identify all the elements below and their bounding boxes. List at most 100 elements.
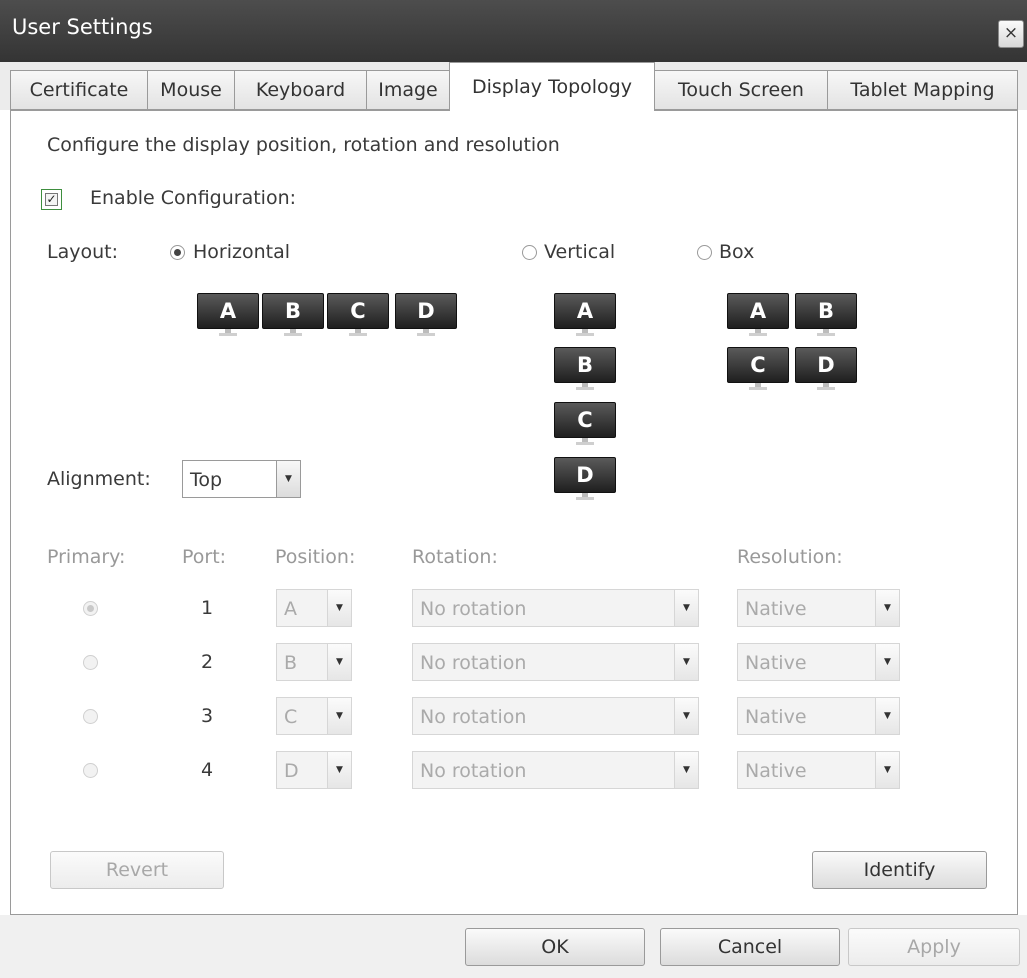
apply-label: Apply	[907, 936, 961, 958]
chevron-down-icon: ▼	[875, 590, 899, 626]
box-monitor-b-icon: B	[795, 293, 857, 336]
rotation-value-2: No rotation	[420, 652, 527, 674]
port-number-2: 2	[201, 651, 214, 673]
chevron-down-icon: ▼	[327, 590, 351, 626]
position-select-2[interactable]: B ▼	[276, 643, 352, 681]
alignment-select[interactable]: Top ▼	[182, 460, 301, 498]
tab-keyboard[interactable]: Keyboard	[234, 70, 367, 110]
position-value-3: C	[284, 706, 298, 728]
position-select-3[interactable]: C ▼	[276, 697, 352, 735]
alignment-value: Top	[190, 469, 223, 491]
layout-label: Layout:	[47, 241, 118, 263]
alignment-label: Alignment:	[47, 468, 151, 490]
box-monitor-d-icon: D	[795, 347, 857, 390]
header-position: Position:	[275, 546, 356, 568]
chevron-down-icon: ▼	[875, 698, 899, 734]
chevron-down-icon: ▼	[674, 698, 698, 734]
ok-button[interactable]: OK	[465, 928, 645, 966]
identify-button[interactable]: Identify	[812, 851, 987, 889]
rotation-value-4: No rotation	[420, 760, 527, 782]
resolution-select-1[interactable]: Native ▼	[737, 589, 900, 627]
chevron-down-icon: ▼	[875, 752, 899, 788]
vertical-monitor-d-icon: D	[554, 457, 616, 500]
vertical-monitor-a-icon: A	[554, 293, 616, 336]
tab-mouse[interactable]: Mouse	[147, 70, 235, 110]
layout-box-label[interactable]: Box	[719, 241, 754, 263]
chevron-down-icon: ▼	[327, 644, 351, 680]
layout-vertical-label[interactable]: Vertical	[544, 241, 615, 263]
tab-label: Touch Screen	[678, 79, 804, 101]
rotation-value-3: No rotation	[420, 706, 527, 728]
position-value-2: B	[284, 652, 298, 674]
box-monitor-a-icon: A	[727, 293, 789, 336]
port-number-1: 1	[201, 597, 214, 619]
tab-label: Display Topology	[472, 76, 632, 98]
primary-radio-1[interactable]	[83, 601, 98, 616]
primary-radio-4[interactable]	[83, 763, 98, 778]
chevron-down-icon: ▼	[875, 644, 899, 680]
revert-button[interactable]: Revert	[50, 851, 224, 889]
resolution-value-4: Native	[745, 760, 807, 782]
enable-configuration-checkbox[interactable]: ✓	[41, 189, 62, 210]
enable-configuration-label: Enable Configuration:	[90, 187, 297, 209]
resolution-select-3[interactable]: Native ▼	[737, 697, 900, 735]
rotation-select-2[interactable]: No rotation ▼	[412, 643, 699, 681]
box-monitor-c-icon: C	[727, 347, 789, 390]
chevron-down-icon: ▼	[327, 752, 351, 788]
resolution-select-2[interactable]: Native ▼	[737, 643, 900, 681]
port-number-3: 3	[201, 705, 214, 727]
close-icon: ×	[1003, 23, 1019, 43]
close-button[interactable]: ×	[998, 20, 1024, 48]
chevron-down-icon: ▼	[276, 461, 300, 497]
tab-label: Keyboard	[255, 79, 346, 101]
chevron-down-icon: ▼	[674, 590, 698, 626]
vertical-monitor-b-icon: B	[554, 347, 616, 390]
chevron-down-icon: ▼	[674, 644, 698, 680]
panel-description: Configure the display position, rotation…	[47, 134, 560, 156]
rotation-select-4[interactable]: No rotation ▼	[412, 751, 699, 789]
tab-label: Tablet Mapping	[850, 79, 995, 101]
tab-label: Certificate	[29, 79, 129, 101]
tab-touch-screen[interactable]: Touch Screen	[654, 70, 828, 110]
header-primary: Primary:	[47, 546, 126, 568]
chevron-down-icon: ▼	[674, 752, 698, 788]
rotation-select-3[interactable]: No rotation ▼	[412, 697, 699, 735]
horizontal-monitor-d-icon: D	[395, 293, 457, 336]
chevron-down-icon: ▼	[327, 698, 351, 734]
tab-image[interactable]: Image	[366, 70, 450, 110]
vertical-monitor-c-icon: C	[554, 402, 616, 445]
port-number-4: 4	[201, 759, 214, 781]
position-value-4: D	[284, 760, 299, 782]
position-value-1: A	[284, 598, 297, 620]
primary-radio-3[interactable]	[83, 709, 98, 724]
tab-certificate[interactable]: Certificate	[10, 70, 148, 110]
tab-label: Mouse	[160, 79, 222, 101]
position-select-1[interactable]: A ▼	[276, 589, 352, 627]
primary-radio-2[interactable]	[83, 655, 98, 670]
header-port: Port:	[182, 546, 227, 568]
ok-label: OK	[541, 936, 569, 958]
horizontal-monitor-c-icon: C	[327, 293, 389, 336]
header-resolution: Resolution:	[737, 546, 843, 568]
resolution-value-2: Native	[745, 652, 807, 674]
resolution-select-4[interactable]: Native ▼	[737, 751, 900, 789]
title-bar: User Settings ×	[0, 0, 1027, 62]
horizontal-monitor-a-icon: A	[197, 293, 259, 336]
tab-tablet-mapping[interactable]: Tablet Mapping	[827, 70, 1018, 110]
layout-horizontal-label[interactable]: Horizontal	[193, 241, 290, 263]
tab-display-topology[interactable]: Display Topology	[449, 62, 655, 111]
display-topology-panel	[10, 110, 1018, 915]
layout-vertical-radio[interactable]	[522, 245, 537, 260]
revert-label: Revert	[105, 859, 169, 881]
tab-label: Image	[378, 79, 438, 101]
header-rotation: Rotation:	[412, 546, 498, 568]
layout-horizontal-radio[interactable]	[170, 245, 185, 260]
horizontal-monitor-b-icon: B	[262, 293, 324, 336]
cancel-button[interactable]: Cancel	[660, 928, 840, 966]
checkmark-icon: ✓	[45, 192, 58, 206]
rotation-select-1[interactable]: No rotation ▼	[412, 589, 699, 627]
apply-button[interactable]: Apply	[848, 928, 1020, 966]
position-select-4[interactable]: D ▼	[276, 751, 352, 789]
layout-box-radio[interactable]	[697, 245, 712, 260]
identify-label: Identify	[863, 859, 936, 881]
